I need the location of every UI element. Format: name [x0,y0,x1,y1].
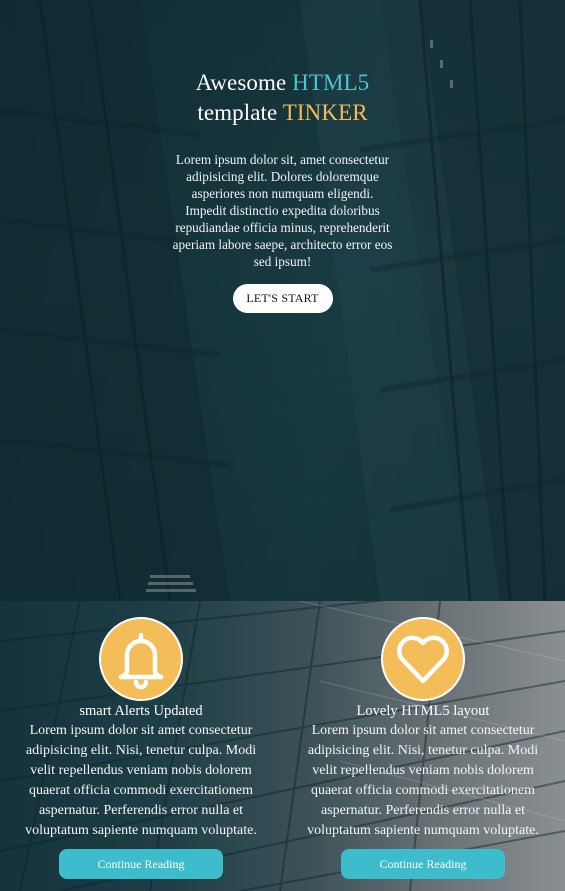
features-section: smart Alerts Updated Lorem ipsum dolor s… [0,601,565,891]
bell-icon [118,632,164,690]
feature-icon-circle [381,617,465,701]
feature-title: Lovely HTML5 layout [356,703,490,719]
lets-start-button[interactable]: LET'S START [232,284,333,313]
feature-description: Lorem ipsum dolor sit amet consectetur a… [25,723,257,838]
feature-card-layout: Lovely HTML5 layout Lorem ipsum dolor si… [282,617,564,879]
feature-card-alerts: smart Alerts Updated Lorem ipsum dolor s… [0,617,282,879]
hero-description: Lorem ipsum dolor sit, amet consectetur … [172,152,393,269]
hero-title-accent-html5: HTML5 [292,70,370,95]
hero-section: Awesome HTML5 template TINKER Lorem ipsu… [0,0,565,601]
hero-title-prefix: Awesome [195,70,293,95]
hero-title: Awesome HTML5 template TINKER [170,68,395,128]
continue-reading-button[interactable]: Continue Reading [59,849,223,879]
feature-title: smart Alerts Updated [79,703,203,719]
hero-title-prefix-2: template [197,100,283,125]
hero-content: Awesome HTML5 template TINKER Lorem ipsu… [170,68,395,313]
hero-title-accent-tinker: TINKER [282,100,368,125]
feature-description: Lorem ipsum dolor sit amet consectetur a… [307,723,539,838]
continue-reading-button[interactable]: Continue Reading [341,849,505,879]
feature-icon-circle [99,617,183,701]
heart-icon [397,635,449,684]
